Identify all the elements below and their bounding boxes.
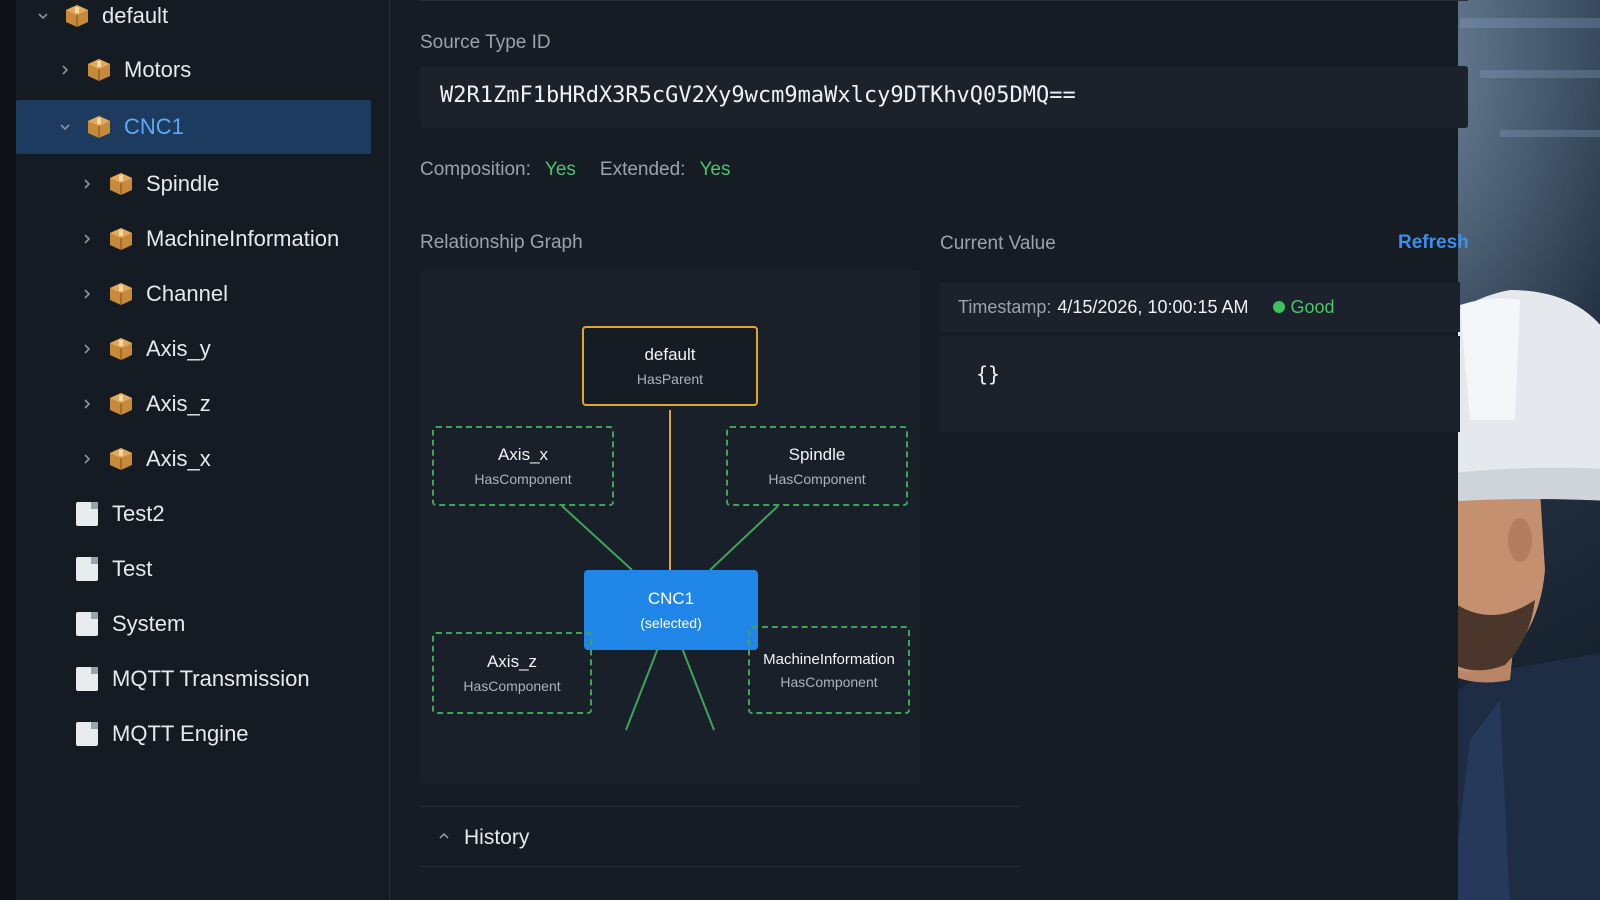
edge-machineinformation	[681, 647, 715, 731]
graph-node-relation: HasComponent	[463, 678, 561, 694]
tree-item-mqtt-engine[interactable]: MQTT Engine	[76, 707, 436, 761]
graph-node-title: Axis_x	[497, 445, 549, 464]
tree-item-label: Motors	[124, 57, 192, 82]
section-divider	[420, 806, 1020, 807]
graph-node-title: Spindle	[788, 445, 846, 464]
package-icon	[110, 228, 132, 250]
edge-axis-z	[625, 647, 659, 731]
composition-value: Yes	[544, 159, 576, 180]
graph-node-relation: (selected)	[640, 615, 702, 631]
current-value-header: Timestamp: 4/15/2026, 10:00:15 AM Good	[940, 282, 1460, 332]
chevron-right-icon[interactable]	[80, 452, 94, 466]
type-flags: Composition: Yes Extended: Yes	[420, 159, 740, 181]
graph-node-spindle[interactable]: Spindle HasComponent	[726, 426, 908, 506]
tree-item-test2[interactable]: Test2	[76, 487, 436, 541]
tree-item-label: MQTT Engine	[112, 721, 249, 746]
tree-item-machineinformation[interactable]: MachineInformation	[80, 212, 440, 266]
package-icon	[110, 338, 132, 360]
graph-node-axis-x[interactable]: Axis_x HasComponent	[432, 426, 614, 506]
section-divider	[420, 866, 1020, 867]
tree-item-label: Test	[112, 556, 153, 581]
tree-item-label: Test2	[112, 501, 165, 526]
timestamp-value: 4/15/2026, 10:00:15 AM	[1057, 296, 1249, 317]
extended-value: Yes	[699, 159, 731, 180]
page-icon	[76, 722, 98, 746]
chevron-right-icon[interactable]	[80, 177, 94, 191]
tree-item-label: CNC1	[124, 114, 184, 139]
graph-node-title: MachineInformation	[763, 650, 895, 668]
status-good-icon	[1272, 301, 1285, 313]
tree-item-test[interactable]: Test	[76, 542, 436, 596]
page-icon	[76, 667, 98, 691]
top-divider	[420, 0, 1468, 1]
composition-label: Composition:	[420, 159, 531, 180]
chevron-right-icon[interactable]	[58, 63, 72, 77]
tree-item-system[interactable]: System	[76, 597, 436, 651]
tree-item-motors[interactable]: Motors	[58, 43, 418, 97]
page-icon	[76, 612, 98, 636]
chevron-down-icon[interactable]	[58, 120, 72, 134]
tree-item-axis-z[interactable]: Axis_z	[80, 377, 440, 431]
page-icon	[76, 557, 98, 581]
graph-node-parent[interactable]: default HasParent	[582, 326, 758, 406]
quality-status: Good	[1290, 296, 1335, 317]
graph-node-machineinformation[interactable]: MachineInformation HasComponent	[748, 626, 910, 714]
page-icon	[76, 502, 98, 526]
graph-node-relation: HasComponent	[474, 471, 572, 487]
timestamp-label: Timestamp:	[958, 296, 1052, 317]
chevron-right-icon[interactable]	[80, 397, 94, 411]
graph-node-title: CNC1	[647, 589, 695, 608]
package-icon	[110, 173, 132, 195]
graph-node-title: default	[644, 345, 696, 364]
package-icon	[110, 393, 132, 415]
current-value-label: Current Value	[940, 233, 1056, 254]
refresh-button[interactable]: Refresh	[1398, 232, 1469, 254]
chevron-right-icon[interactable]	[80, 232, 94, 246]
graph-node-relation: HasComponent	[780, 673, 878, 690]
package-icon	[88, 116, 110, 138]
graph-node-axis-z[interactable]: Axis_z HasComponent	[432, 632, 592, 714]
history-section-toggle[interactable]: History	[438, 826, 529, 850]
tree-item-mqtt-transmission[interactable]: MQTT Transmission	[76, 652, 436, 706]
chevron-down-icon[interactable]	[36, 9, 50, 23]
chevron-right-icon[interactable]	[80, 342, 94, 356]
tree-item-label: Axis_z	[146, 391, 211, 416]
graph-node-title: Axis_z	[486, 652, 538, 671]
edge-spindle	[709, 505, 779, 571]
tree-item-cnc1[interactable]: CNC1	[16, 100, 371, 154]
relationship-graph-label: Relationship Graph	[420, 232, 583, 253]
graph-node-selected[interactable]: CNC1 (selected)	[584, 570, 758, 650]
tree-item-label: default	[102, 3, 169, 28]
tree-item-label: MachineInformation	[146, 226, 340, 251]
package-icon	[110, 448, 132, 470]
tree-item-default[interactable]: default	[36, 0, 396, 43]
tree-item-label: Axis_x	[146, 446, 211, 471]
tree-item-label: Spindle	[146, 171, 220, 196]
relationship-graph: default HasParent Axis_x HasComponent Sp…	[420, 270, 920, 784]
tree-item-channel[interactable]: Channel	[80, 267, 440, 321]
tree-item-label: MQTT Transmission	[112, 666, 310, 691]
tree-item-spindle[interactable]: Spindle	[80, 157, 440, 211]
tree-item-label: System	[112, 611, 186, 636]
package-icon	[66, 5, 88, 27]
details-panel: Source Type ID W2R1ZmF1bHRdX3R5cGV2Xy9wc…	[390, 0, 1469, 900]
graph-node-relation: HasParent	[636, 371, 704, 387]
history-section-label: History	[464, 826, 530, 849]
chevron-right-icon[interactable]	[80, 287, 94, 301]
tree-item-axis-y[interactable]: Axis_y	[80, 322, 440, 376]
tree-item-label: Axis_y	[146, 336, 211, 361]
chevron-up-icon	[438, 829, 450, 847]
package-icon	[110, 283, 132, 305]
package-icon	[88, 59, 110, 81]
graph-node-relation: HasComponent	[768, 471, 866, 487]
tree-item-label: Channel	[146, 281, 228, 306]
source-type-value[interactable]: W2R1ZmF1bHRdX3R5cGV2Xy9wcm9maWxlcy9DTKhv…	[420, 66, 1468, 128]
tree-item-axis-x[interactable]: Axis_x	[80, 432, 440, 486]
current-value-body[interactable]: {}	[940, 336, 1460, 432]
edge-axis-x	[561, 505, 633, 571]
extended-label: Extended:	[599, 159, 686, 180]
source-type-label: Source Type ID	[420, 32, 551, 53]
